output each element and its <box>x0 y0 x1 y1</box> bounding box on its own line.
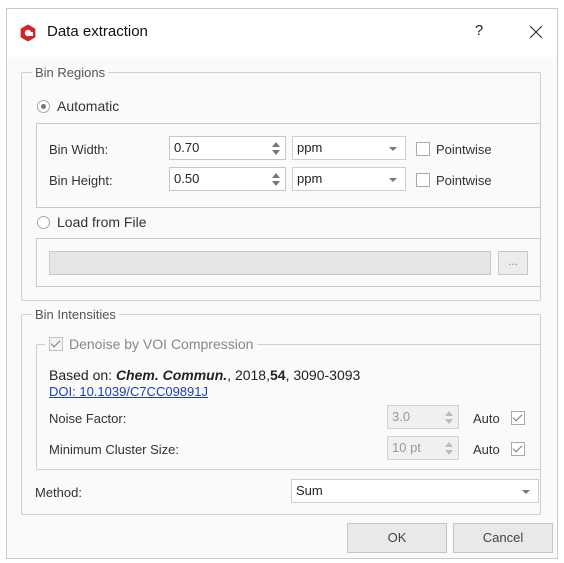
bin-height-stepper[interactable] <box>267 168 285 190</box>
chevron-down-icon <box>389 178 397 182</box>
bin-width-input[interactable]: 0.70 <box>169 136 286 160</box>
min-cluster-auto-checkbox[interactable] <box>511 442 525 456</box>
spin-down-icon[interactable] <box>445 419 453 424</box>
spin-up-icon[interactable] <box>272 173 280 178</box>
method-value: Sum <box>296 483 323 498</box>
automatic-label: Automatic <box>57 98 120 114</box>
close-icon[interactable] <box>525 21 547 43</box>
chevron-down-icon <box>522 490 530 494</box>
noise-factor-auto-checkbox[interactable] <box>511 411 525 425</box>
title-bar: Data extraction ? <box>7 9 557 57</box>
bin-height-input[interactable]: 0.50 <box>169 167 286 191</box>
noise-factor-stepper[interactable] <box>440 406 458 428</box>
help-button[interactable]: ? <box>471 22 487 44</box>
bin-regions-legend: Bin Regions <box>35 65 106 80</box>
browse-button[interactable]: ... <box>498 251 528 275</box>
automatic-settings-box <box>36 123 541 208</box>
spin-down-icon[interactable] <box>272 150 280 155</box>
file-path-field[interactable] <box>49 251 491 275</box>
reference-volume: 54 <box>270 367 286 383</box>
load-from-file-radio[interactable] <box>37 216 50 229</box>
bin-width-pointwise-label: Pointwise <box>436 142 492 157</box>
noise-factor-auto-label: Auto <box>473 411 500 426</box>
method-select[interactable]: Sum <box>291 479 539 503</box>
reference-year: , 2018, <box>227 367 270 383</box>
spin-down-icon[interactable] <box>272 181 280 186</box>
denoise-label: Denoise by VOI Compression <box>69 336 254 352</box>
bin-height-value: 0.50 <box>174 171 200 186</box>
bin-height-label: Bin Height: <box>49 173 113 188</box>
denoise-checkbox[interactable] <box>49 337 63 351</box>
chevron-down-icon <box>389 147 397 151</box>
noise-factor-label: Noise Factor: <box>49 411 127 426</box>
bin-width-stepper[interactable] <box>267 137 285 159</box>
spin-up-icon[interactable] <box>445 411 453 416</box>
bin-width-label: Bin Width: <box>49 142 109 157</box>
data-extraction-dialog: Data extraction ? Bin Regions Automatic … <box>6 8 558 559</box>
reference-prefix: Based on: <box>49 367 116 383</box>
method-label: Method: <box>35 485 82 500</box>
bin-height-pointwise-checkbox[interactable] <box>416 173 430 187</box>
min-cluster-label: Minimum Cluster Size: <box>49 442 180 457</box>
reference-journal: Chem. Commun. <box>115 367 228 383</box>
load-from-file-label: Load from File <box>57 214 147 230</box>
spin-up-icon[interactable] <box>445 442 453 447</box>
min-cluster-stepper[interactable] <box>440 437 458 459</box>
doi-link[interactable]: DOI: 10.1039/C7CC09891J <box>49 384 208 399</box>
bin-height-unit-value: ppm <box>297 171 323 186</box>
bin-intensities-legend: Bin Intensities <box>35 307 116 322</box>
min-cluster-value: 10 pt <box>392 440 421 455</box>
min-cluster-auto-label: Auto <box>473 442 500 457</box>
reference-text: Based on: Chem. Commun., 2018,54, 3090-3… <box>49 367 360 383</box>
reference-pages: , 3090-3093 <box>285 367 361 383</box>
denoise-legend: Denoise by VOI Compression <box>45 336 257 352</box>
bin-width-unit-select[interactable]: ppm <box>292 136 406 160</box>
spin-up-icon[interactable] <box>272 142 280 147</box>
bin-width-pointwise-checkbox[interactable] <box>416 142 430 156</box>
min-cluster-input[interactable]: 10 pt <box>387 436 459 460</box>
bin-width-value: 0.70 <box>174 140 200 155</box>
noise-factor-value: 3.0 <box>392 409 411 424</box>
noise-factor-input[interactable]: 3.0 <box>387 405 459 429</box>
bin-height-pointwise-label: Pointwise <box>436 173 492 188</box>
automatic-radio[interactable] <box>37 100 50 113</box>
dialog-title: Data extraction <box>47 23 148 40</box>
app-logo-icon <box>20 24 36 42</box>
ok-button[interactable]: OK <box>347 523 447 553</box>
cancel-button[interactable]: Cancel <box>453 523 553 553</box>
spin-down-icon[interactable] <box>445 450 453 455</box>
bin-height-unit-select[interactable]: ppm <box>292 167 406 191</box>
bin-width-unit-value: ppm <box>297 140 323 155</box>
